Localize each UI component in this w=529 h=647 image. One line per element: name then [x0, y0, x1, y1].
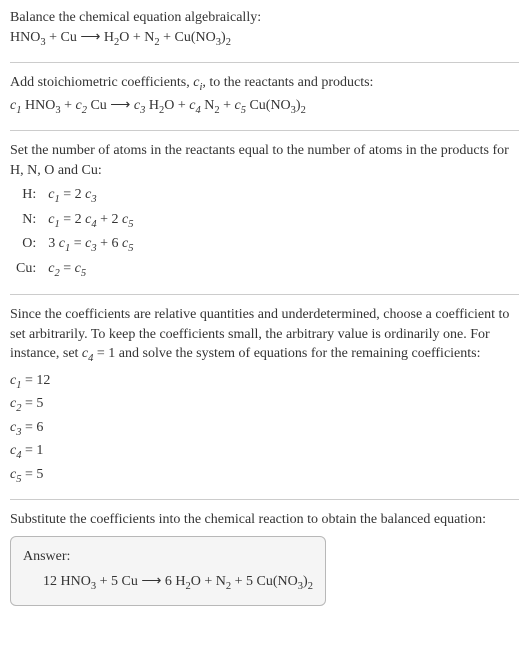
var: c3 [85, 236, 96, 251]
eq-part: + [220, 98, 235, 113]
vs: 5 [81, 267, 86, 278]
val: = 1 [21, 443, 43, 458]
coef-line: c3 = 6 [10, 418, 519, 440]
table-row: O: 3 c1 = c3 + 6 c5 [10, 233, 139, 257]
var: c2 [10, 396, 21, 411]
val: = 5 [21, 467, 43, 482]
eq-sub: 2 [308, 581, 313, 592]
choose-section: Since the coefficients are relative quan… [10, 305, 519, 487]
table-row: N: c1 = 2 c4 + 2 c5 [10, 209, 139, 233]
eq-sub: 2 [301, 104, 306, 115]
var: c1 [48, 187, 59, 202]
intro-text: Balance the chemical equation algebraica… [10, 8, 519, 28]
coef: c1 [10, 98, 21, 113]
divider [10, 499, 519, 500]
var: c1 [48, 212, 59, 227]
var: c4 [85, 212, 96, 227]
val: = 5 [21, 396, 43, 411]
eq-part: O + N [119, 30, 154, 45]
text-part: = 1 and solve the system of equations fo… [93, 346, 480, 361]
eq-sub: 2 [226, 36, 231, 47]
coef: c4 [189, 98, 200, 113]
pre: 3 [48, 236, 59, 251]
var: c5 [122, 236, 133, 251]
coef: c3 [134, 98, 145, 113]
equation-cell: 3 c1 = c3 + 6 c5 [42, 233, 139, 257]
mid: = 2 [60, 187, 85, 202]
var: c1 [59, 236, 70, 251]
vs: 5 [128, 243, 133, 254]
answer-equation: 12 HNO3 + 5 Cu ⟶ 6 H2O + N2 + 5 Cu(NO3)2 [23, 572, 313, 594]
coef-line: c1 = 12 [10, 371, 519, 393]
var: c3 [10, 420, 21, 435]
extra: + 2 [97, 212, 122, 227]
equation-cell: c2 = c5 [42, 258, 139, 282]
table-row: Cu: c2 = c5 [10, 258, 139, 282]
var: c2 [48, 261, 59, 276]
text-part: Add stoichiometric coefficients, [10, 75, 193, 90]
eq-part: HNO [21, 98, 55, 113]
vs: 3 [91, 194, 96, 205]
equation-cell: c1 = 2 c3 [42, 184, 139, 208]
mid: = [60, 261, 75, 276]
divider [10, 294, 519, 295]
var: c5 [122, 212, 133, 227]
element-label: Cu: [10, 258, 42, 282]
divider [10, 130, 519, 131]
coefficient-list: c1 = 12 c2 = 5 c3 = 6 c4 = 1 c5 = 5 [10, 371, 519, 487]
eq-part: O + N [191, 574, 226, 589]
eq-part: N [201, 98, 215, 113]
coef: c5 [234, 98, 245, 113]
atoms-section: Set the number of atoms in the reactants… [10, 141, 519, 282]
mid: = 2 [60, 212, 85, 227]
element-label: N: [10, 209, 42, 233]
coef-line: c4 = 1 [10, 441, 519, 463]
val: = 12 [21, 373, 50, 388]
stoich-section: Add stoichiometric coefficients, ci, to … [10, 73, 519, 118]
element-label: H: [10, 184, 42, 208]
eq-part: + Cu(NO [160, 30, 216, 45]
substitute-section: Substitute the coefficients into the che… [10, 510, 519, 606]
intro-section: Balance the chemical equation algebraica… [10, 8, 519, 50]
extra: + 6 [97, 236, 122, 251]
intro-equation: HNO3 + Cu ⟶ H2O + N2 + Cu(NO3)2 [10, 28, 519, 50]
var: c5 [75, 261, 86, 276]
vs: 5 [128, 219, 133, 230]
eq-part: + 5 Cu ⟶ 6 H [96, 574, 185, 589]
atoms-table: H: c1 = 2 c3 N: c1 = 2 c4 + 2 c5 O: 3 c1… [10, 184, 139, 282]
eq-part: O + [164, 98, 189, 113]
var: c3 [85, 187, 96, 202]
var: c4 [82, 346, 93, 361]
coef-line: c2 = 5 [10, 394, 519, 416]
eq-part: + [61, 98, 76, 113]
element-label: O: [10, 233, 42, 257]
mid: = [70, 236, 85, 251]
var: c1 [10, 373, 21, 388]
table-row: H: c1 = 2 c3 [10, 184, 139, 208]
choose-text: Since the coefficients are relative quan… [10, 305, 519, 367]
eq-part: Cu ⟶ [87, 98, 134, 113]
substitute-text: Substitute the coefficients into the che… [10, 510, 519, 530]
stoich-equation: c1 HNO3 + c2 Cu ⟶ c3 H2O + c4 N2 + c5 Cu… [10, 96, 519, 118]
divider [10, 62, 519, 63]
equation-cell: c1 = 2 c4 + 2 c5 [42, 209, 139, 233]
coef-line: c5 = 5 [10, 465, 519, 487]
answer-label: Answer: [23, 547, 313, 567]
eq-part: HNO [10, 30, 40, 45]
eq-part: H [145, 98, 159, 113]
eq-part: + Cu ⟶ H [46, 30, 114, 45]
coef: c2 [75, 98, 86, 113]
var: c5 [10, 467, 21, 482]
stoich-text: Add stoichiometric coefficients, ci, to … [10, 73, 519, 95]
val: = 6 [21, 420, 43, 435]
eq-part: + 5 Cu(NO [231, 574, 298, 589]
eq-part: Cu(NO [246, 98, 291, 113]
answer-box: Answer: 12 HNO3 + 5 Cu ⟶ 6 H2O + N2 + 5 … [10, 536, 326, 606]
atoms-intro: Set the number of atoms in the reactants… [10, 141, 519, 180]
var: c4 [10, 443, 21, 458]
eq-part: 12 HNO [43, 574, 91, 589]
text-part: , to the reactants and products: [202, 75, 373, 90]
